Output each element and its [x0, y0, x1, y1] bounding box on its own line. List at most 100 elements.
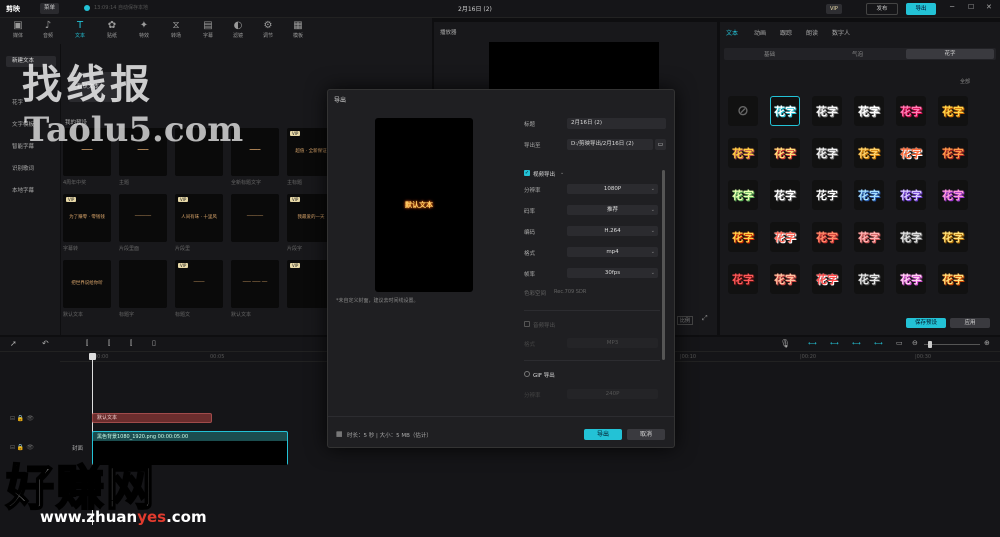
tool-effects[interactable]: ✦ 特效: [130, 20, 158, 42]
undo-icon[interactable]: ↶: [42, 339, 49, 348]
zoom-fit-icon[interactable]: ▭: [896, 339, 903, 347]
template-card[interactable]: [175, 128, 223, 176]
lock-icon[interactable]: ⊟ 🔒 👁: [10, 415, 34, 422]
flower-text-style[interactable]: 花字: [854, 264, 884, 294]
left-nav-item[interactable]: 识别歌词: [12, 164, 34, 172]
video-clip[interactable]: 黑色背景1080_1920.png 00:00:05:00: [92, 431, 288, 465]
track-controls[interactable]: ⊟ 🔒 👁: [10, 444, 34, 451]
template-card[interactable]: ──────: [231, 194, 279, 242]
zoom-slider[interactable]: [924, 344, 980, 345]
template-card[interactable]: ━━━━: [231, 128, 279, 176]
scrollbar[interactable]: [662, 170, 665, 360]
flower-text-style[interactable]: 花字: [812, 138, 842, 168]
audio-export-checkbox[interactable]: [524, 321, 530, 327]
template-card[interactable]: ━━━━: [119, 128, 167, 176]
export-button[interactable]: 导出: [906, 3, 936, 15]
flower-text-style[interactable]: 花字: [896, 222, 926, 252]
template-card[interactable]: ──────: [119, 194, 167, 242]
ratio-button[interactable]: 比例: [677, 316, 694, 325]
template-card[interactable]: VIP ────: [175, 260, 223, 308]
flower-text-style[interactable]: 花字: [938, 138, 968, 168]
share-button[interactable]: 发布: [866, 3, 898, 15]
fullscreen-icon[interactable]: ⤢: [702, 314, 708, 323]
subtab-basic[interactable]: 基础: [764, 50, 775, 58]
filter-all[interactable]: 全部: [960, 78, 970, 85]
zoom-in-icon[interactable]: ⊕: [984, 339, 990, 347]
tool-subtitle[interactable]: ▤ 字幕: [194, 20, 222, 42]
minimize-icon[interactable]: ─: [950, 3, 954, 11]
flower-text-style[interactable]: 花字: [938, 180, 968, 210]
zoom-slider-handle[interactable]: [928, 341, 932, 348]
flower-text-style[interactable]: 花字: [854, 138, 884, 168]
left-nav-item[interactable]: 文字模板: [12, 120, 34, 128]
tool-media[interactable]: ▣ 媒体: [4, 20, 32, 42]
name-input[interactable]: 2月16日 (2): [567, 118, 666, 129]
template-card[interactable]: 把世界说给你听: [63, 260, 111, 308]
close-icon[interactable]: ✕: [986, 3, 992, 11]
flower-text-style[interactable]: 花字: [938, 222, 968, 252]
tool-template[interactable]: ▦ 模板: [284, 20, 312, 42]
tab-animation[interactable]: 动画: [754, 28, 766, 37]
flower-text-style[interactable]: 花字: [770, 264, 800, 294]
tab-tracking[interactable]: 跟踪: [780, 28, 792, 37]
tab-read[interactable]: 朗读: [806, 28, 818, 37]
zoom-out-icon[interactable]: ⊖: [912, 339, 918, 347]
preview-axis-icon[interactable]: ⟷: [874, 340, 883, 347]
audio-format-select[interactable]: MP3: [567, 338, 658, 348]
dialog-export-button[interactable]: 导出: [584, 429, 622, 440]
video-export-checkbox[interactable]: ✓: [524, 170, 530, 176]
maximize-icon[interactable]: ☐: [968, 3, 974, 11]
format-select[interactable]: mp4 ⌄: [567, 247, 658, 257]
playhead-handle[interactable]: [89, 353, 96, 360]
flower-text-style[interactable]: 花字: [770, 138, 800, 168]
tool-adjust[interactable]: ⚙ 调节: [254, 20, 282, 42]
delete-icon[interactable]: ▯: [152, 339, 156, 347]
template-card[interactable]: VIP 人间有味 · 十里风: [175, 194, 223, 242]
tool-filter[interactable]: ◐ 滤镜: [224, 20, 252, 42]
flower-text-style[interactable]: 花字: [896, 138, 926, 168]
default-text-card[interactable]: 默认文本: [69, 72, 117, 102]
flower-text-style[interactable]: 花字: [896, 264, 926, 294]
tool-sticker[interactable]: ✿ 贴纸: [98, 20, 126, 42]
flower-text-style[interactable]: 花字: [728, 138, 758, 168]
codec-select[interactable]: H.264 ⌄: [567, 226, 658, 236]
gif-resolution-select[interactable]: 240P: [567, 389, 658, 399]
flower-text-style[interactable]: 花字: [770, 96, 800, 126]
flower-text-style[interactable]: 花字: [812, 222, 842, 252]
link-icon[interactable]: ⟷: [808, 340, 817, 347]
subtab-bubble[interactable]: 气泡: [852, 50, 863, 58]
chevron-down-icon[interactable]: ⌄: [560, 170, 564, 176]
snap-icon[interactable]: ⟷: [852, 340, 861, 347]
flower-text-style[interactable]: 花字: [812, 96, 842, 126]
path-input[interactable]: D:/剪映导出/2月16日 (2): [567, 139, 653, 150]
save-preset-button[interactable]: 保存预设: [906, 318, 946, 328]
select-tool-icon[interactable]: ➚: [10, 339, 17, 348]
flower-text-style[interactable]: 花字: [938, 96, 968, 126]
tool-text[interactable]: T 文本: [66, 20, 94, 42]
bitrate-select[interactable]: 推荐 ⌄: [567, 205, 658, 215]
magnet-icon[interactable]: ⟷: [830, 340, 839, 347]
tool-audio[interactable]: ♪ 音频: [34, 20, 62, 42]
flower-text-style[interactable]: 花字: [854, 222, 884, 252]
left-nav-item[interactable]: 本地字幕: [12, 186, 34, 194]
apply-button[interactable]: 应用: [950, 318, 990, 328]
framerate-select[interactable]: 30fps ⌄: [567, 268, 658, 278]
left-nav-item[interactable]: 花字: [12, 98, 23, 106]
vip-badge[interactable]: VIP: [826, 4, 842, 14]
text-clip[interactable]: 默认文本: [92, 413, 212, 423]
menu-button[interactable]: 菜单: [40, 3, 60, 14]
flower-text-style[interactable]: 花字: [728, 180, 758, 210]
no-style-icon[interactable]: ⊘: [728, 96, 758, 126]
resolution-select[interactable]: 1080P ⌄: [567, 184, 658, 194]
left-nav-item[interactable]: 智能字幕: [12, 142, 34, 150]
flower-text-style[interactable]: 花字: [770, 180, 800, 210]
subtab-flower[interactable]: 花字: [906, 49, 994, 59]
folder-icon[interactable]: ▭: [655, 139, 666, 150]
mic-icon[interactable]: 🎙: [780, 339, 790, 348]
tool-transition[interactable]: ⧖ 转场: [162, 20, 190, 42]
flower-text-style[interactable]: 花字: [854, 96, 884, 126]
left-nav-item[interactable]: 新建文本: [6, 56, 56, 67]
split-right-icon[interactable]: ⫿: [130, 339, 132, 348]
template-card[interactable]: [119, 260, 167, 308]
gif-export-checkbox[interactable]: [524, 371, 530, 377]
